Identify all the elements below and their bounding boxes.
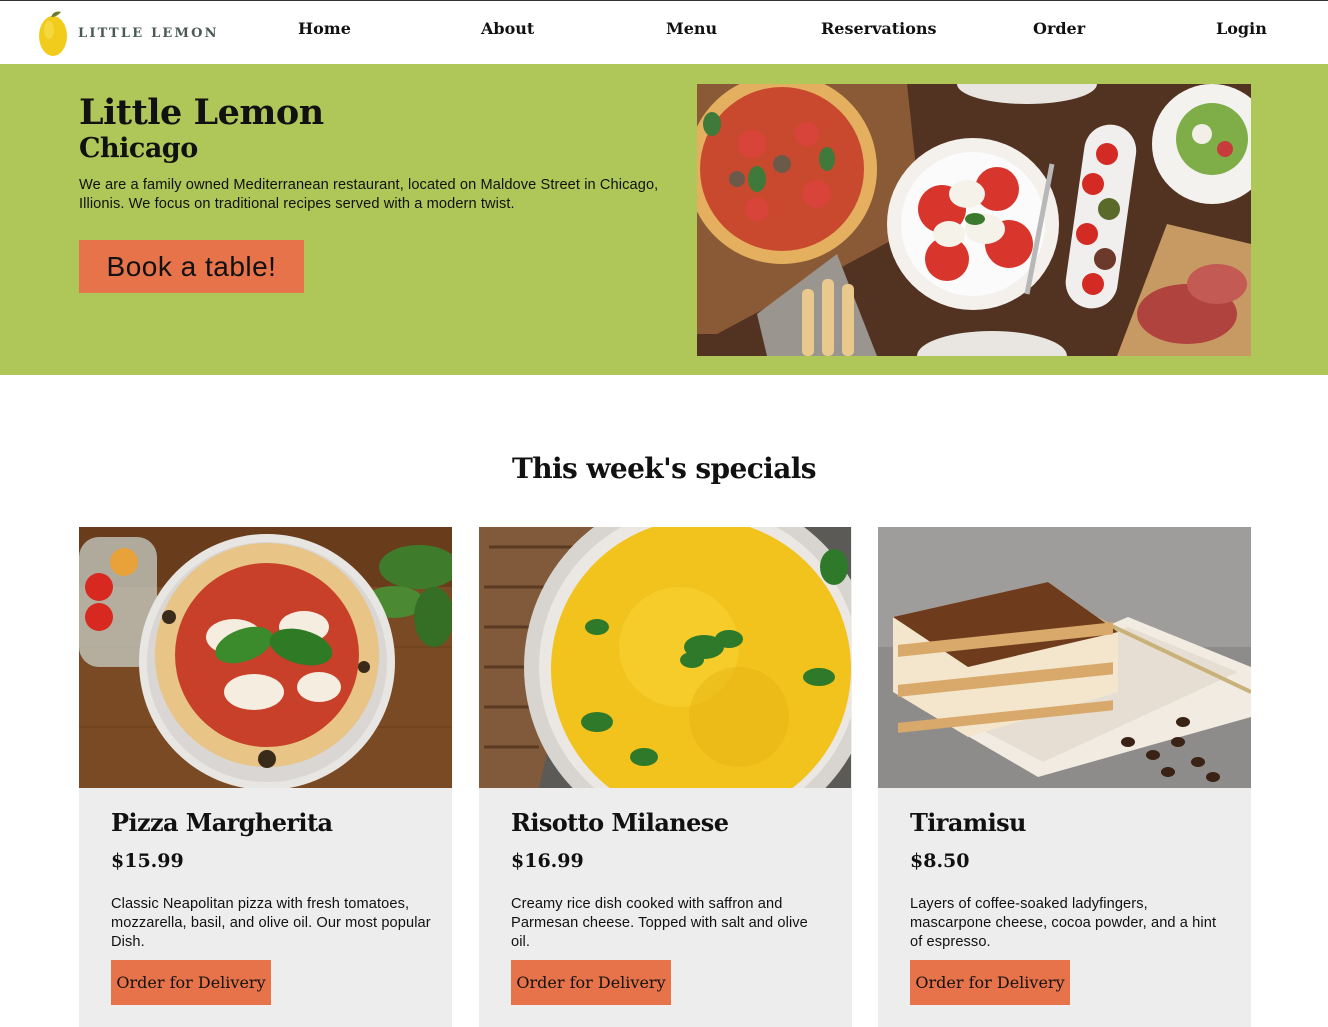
special-card-title: Risotto Milanese [511,808,729,837]
nav-login-link[interactable]: Login [1216,19,1267,38]
special-card-description: Layers of coffee-soaked ladyfingers, mas… [910,896,1217,950]
hero-section: Little Lemon Chicago We are a family own… [0,64,1328,375]
hero-food-image [697,84,1251,356]
order-for-delivery-button[interactable]: Order for Delivery [511,960,671,1005]
order-for-delivery-button[interactable]: Order for Delivery [111,960,271,1005]
book-table-button[interactable]: Book a table! [79,240,304,293]
nav-menu-link[interactable]: Menu [666,19,717,38]
nav-home-link[interactable]: Home [298,19,351,38]
nav-order-link[interactable]: Order [1033,19,1085,38]
specials-title: This week's specials [512,452,817,485]
logo-text: LITTLE LEMON [78,25,219,41]
special-card-description: Creamy rice dish cooked with saffron and… [511,896,808,950]
special-card-title: Tiramisu [910,808,1026,837]
special-card-tiramisu: Tiramisu $8.50 Layers of coffee-soaked l… [878,527,1251,1027]
order-for-delivery-button[interactable]: Order for Delivery [910,960,1070,1005]
pizza-margherita-image [79,527,452,788]
special-card-price: $16.99 [511,850,584,872]
special-card-title: Pizza Margherita [111,808,333,837]
top-navigation: LITTLE LEMON Home About Menu Reservation… [0,1,1328,64]
hero-description: We are a family owned Mediterranean rest… [79,177,659,212]
special-card-price: $15.99 [111,850,184,872]
special-card-price: $8.50 [910,850,970,872]
risotto-milanese-image [479,527,852,788]
special-card-risotto-milanese: Risotto Milanese $16.99 Creamy rice dish… [479,527,852,1027]
tiramisu-image [878,527,1251,788]
lemon-logo-icon [39,11,67,56]
logo[interactable]: LITTLE LEMON [36,7,226,59]
nav-reservations-link[interactable]: Reservations [821,19,937,38]
nav-about-link[interactable]: About [481,19,534,38]
special-card-description: Classic Neapolitan pizza with fresh toma… [111,896,431,950]
hero-subtitle: Chicago [79,133,198,164]
hero-title: Little Lemon [79,92,324,133]
special-card-pizza-margherita: Pizza Margherita $15.99 Classic Neapolit… [79,527,452,1027]
